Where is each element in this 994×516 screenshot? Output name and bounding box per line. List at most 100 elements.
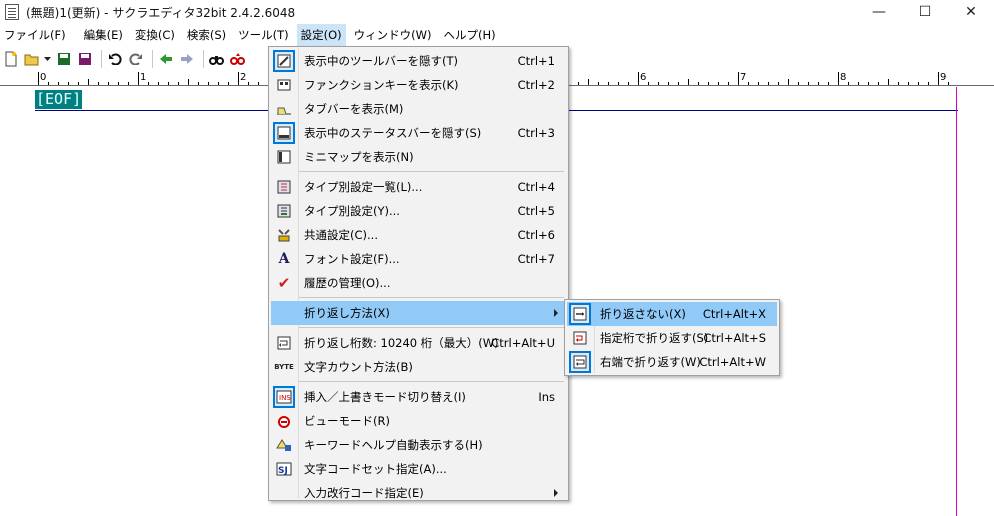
menu-separator [299, 171, 564, 172]
menu-edit[interactable]: 編集(E) [80, 24, 127, 46]
menu-item-label: 折り返し方法(X) [304, 306, 390, 320]
settings-menu-item-2[interactable]: タブバーを表示(M) [271, 97, 566, 121]
menu-item-label: 文字カウント方法(B) [304, 360, 413, 374]
settings-menu-item-7[interactable]: 共通設定(C)... Ctrl+6 [271, 223, 566, 247]
title-bar: (無題)1(更新) - サクラエディタ32bit 2.4.2.6048 — ☐ … [0, 0, 994, 24]
settings-menu-item-6[interactable]: タイプ別設定(Y)... Ctrl+5 [271, 199, 566, 223]
wrap-submenu-item-0[interactable]: 折り返さない(X) Ctrl+Alt+X [567, 302, 777, 326]
ruler-tick [608, 82, 609, 85]
ruler-tick [178, 82, 179, 85]
settings-menu-item-3[interactable]: 表示中のステータスバーを隠す(S) Ctrl+3 [271, 121, 566, 145]
eof-marker: [EOF] [35, 90, 83, 109]
ruler-tick [38, 72, 39, 85]
ruler-tick [98, 82, 99, 85]
wrap-submenu-item-2[interactable]: 右端で折り返す(W) Ctrl+Alt+W [567, 350, 777, 374]
ruler-tick [698, 82, 699, 85]
wrap-submenu-item-1[interactable]: 指定桁で折り返す(S) Ctrl+Alt+S [567, 326, 777, 350]
minimap-icon [275, 148, 293, 166]
menu-tools[interactable]: ツール(T) [234, 24, 293, 46]
ruler-tick [148, 82, 149, 85]
save-icon[interactable] [55, 50, 73, 68]
jump-back-icon[interactable] [157, 50, 175, 68]
find-icon[interactable] [208, 50, 226, 68]
ruler-tick [898, 82, 899, 85]
minimize-button[interactable]: — [856, 0, 902, 24]
ruler-tick [838, 72, 839, 85]
menu-item-shortcut: Ctrl+Alt+S [703, 331, 766, 345]
settings-menu: 表示中のツールバーを隠す(T) Ctrl+1 ファンクションキーを表示(K) Ctrl… [268, 46, 569, 501]
ruler-tick [48, 82, 49, 85]
menu-window[interactable]: ウィンドウ(W) [350, 24, 436, 46]
settings-menu-item-4[interactable]: ミニマップを表示(N) [271, 145, 566, 169]
font-icon: A [278, 251, 290, 267]
charset-icon: SJ [275, 460, 293, 478]
settings-menu-item-12[interactable]: BYTE 文字カウント方法(B) [271, 355, 566, 379]
wrap-at-edge-icon [569, 351, 591, 373]
ruler-tick [168, 82, 169, 85]
settings-menu-item-15[interactable]: キーワードヘルプ自動表示する(H) [271, 433, 566, 457]
ruler-tick [58, 82, 59, 85]
menu-item-label: フォント設定(F)... [304, 252, 400, 266]
menu-item-shortcut: Ctrl+7 [517, 252, 555, 266]
type-list-icon [275, 178, 293, 196]
wrap-at-column-icon [571, 329, 589, 347]
menu-convert[interactable]: 変換(C) [131, 24, 179, 46]
window-controls: — ☐ ✕ [856, 0, 994, 24]
ruler-tick [118, 82, 119, 85]
menu-item-shortcut: Ctrl+5 [517, 204, 555, 218]
settings-menu-item-1[interactable]: ファンクションキーを表示(K) Ctrl+2 [271, 73, 566, 97]
settings-menu-item-5[interactable]: タイプ別設定一覧(L)... Ctrl+4 [271, 175, 566, 199]
menu-item-shortcut: Ctrl+4 [517, 180, 555, 194]
settings-menu-item-13[interactable]: INS 挿入／上書きモード切り替え(I) Ins [271, 385, 566, 409]
ruler-tick [928, 82, 929, 85]
ruler-tick [668, 82, 669, 85]
redo-icon[interactable] [127, 50, 145, 68]
close-button[interactable]: ✕ [948, 0, 994, 24]
ruler-tick [78, 82, 79, 85]
ruler-tick [938, 72, 939, 85]
settings-menu-item-11[interactable]: 折り返し桁数: 10240 桁（最大）(W) Ctrl+Alt+U [271, 331, 566, 355]
settings-menu-item-9[interactable]: ✔ 履歴の管理(O)... [271, 271, 566, 295]
settings-menu-item-10[interactable]: 折り返し方法(X) [271, 301, 566, 325]
toolbar-icon [273, 50, 295, 72]
jump-forward-icon[interactable] [178, 50, 196, 68]
find-highlight-icon[interactable] [229, 50, 247, 68]
menu-settings[interactable]: 設定(O) [296, 24, 346, 46]
dropdown-arrow-icon[interactable] [44, 50, 52, 68]
svg-text:INS: INS [279, 394, 291, 402]
toolbar-separator [101, 50, 102, 68]
ruler-tick [708, 82, 709, 85]
menu-item-shortcut: Ctrl+1 [517, 54, 555, 68]
save-all-icon[interactable] [76, 50, 94, 68]
ruler-tick [238, 72, 239, 85]
settings-menu-item-16[interactable]: SJ 文字コードセット指定(A)... [271, 457, 566, 481]
menu-item-label: タイプ別設定(Y)... [304, 204, 400, 218]
menu-item-label: 折り返し桁数: 10240 桁（最大）(W) [304, 336, 499, 350]
ruler-tick [918, 82, 919, 85]
ruler-tick [858, 82, 859, 85]
menu-item-shortcut: Ins [538, 390, 555, 404]
settings-menu-item-17[interactable]: 入力改行コード指定(E) [271, 481, 566, 505]
settings-menu-item-14[interactable]: ビューモード(R) [271, 409, 566, 433]
maximize-button[interactable]: ☐ [902, 0, 948, 24]
menu-help[interactable]: ヘルプ(H) [440, 24, 500, 46]
menu-item-label: 表示中のステータスバーを隠す(S) [304, 126, 482, 140]
ruler-tick [258, 82, 259, 85]
ruler-tick [718, 82, 719, 85]
ruler-tick [908, 82, 909, 85]
tabbar-icon [275, 100, 293, 118]
byte-count-icon: BYTE [274, 363, 294, 371]
menu-file[interactable]: ファイル(F) [0, 24, 70, 46]
no-wrap-icon [569, 303, 591, 325]
menu-search[interactable]: 検索(S) [183, 24, 230, 46]
settings-menu-item-0[interactable]: 表示中のツールバーを隠す(T) Ctrl+1 [271, 49, 566, 73]
ruler-tick [198, 82, 199, 85]
undo-icon[interactable] [106, 50, 124, 68]
ruler-tick [798, 82, 799, 85]
ruler-label: 8 [840, 72, 847, 83]
settings-menu-item-8[interactable]: A フォント設定(F)... Ctrl+7 [271, 247, 566, 271]
new-file-icon[interactable] [2, 50, 20, 68]
ruler-tick [878, 82, 879, 85]
open-folder-icon[interactable] [23, 50, 41, 68]
vertical-scrollbar[interactable] [970, 87, 994, 516]
